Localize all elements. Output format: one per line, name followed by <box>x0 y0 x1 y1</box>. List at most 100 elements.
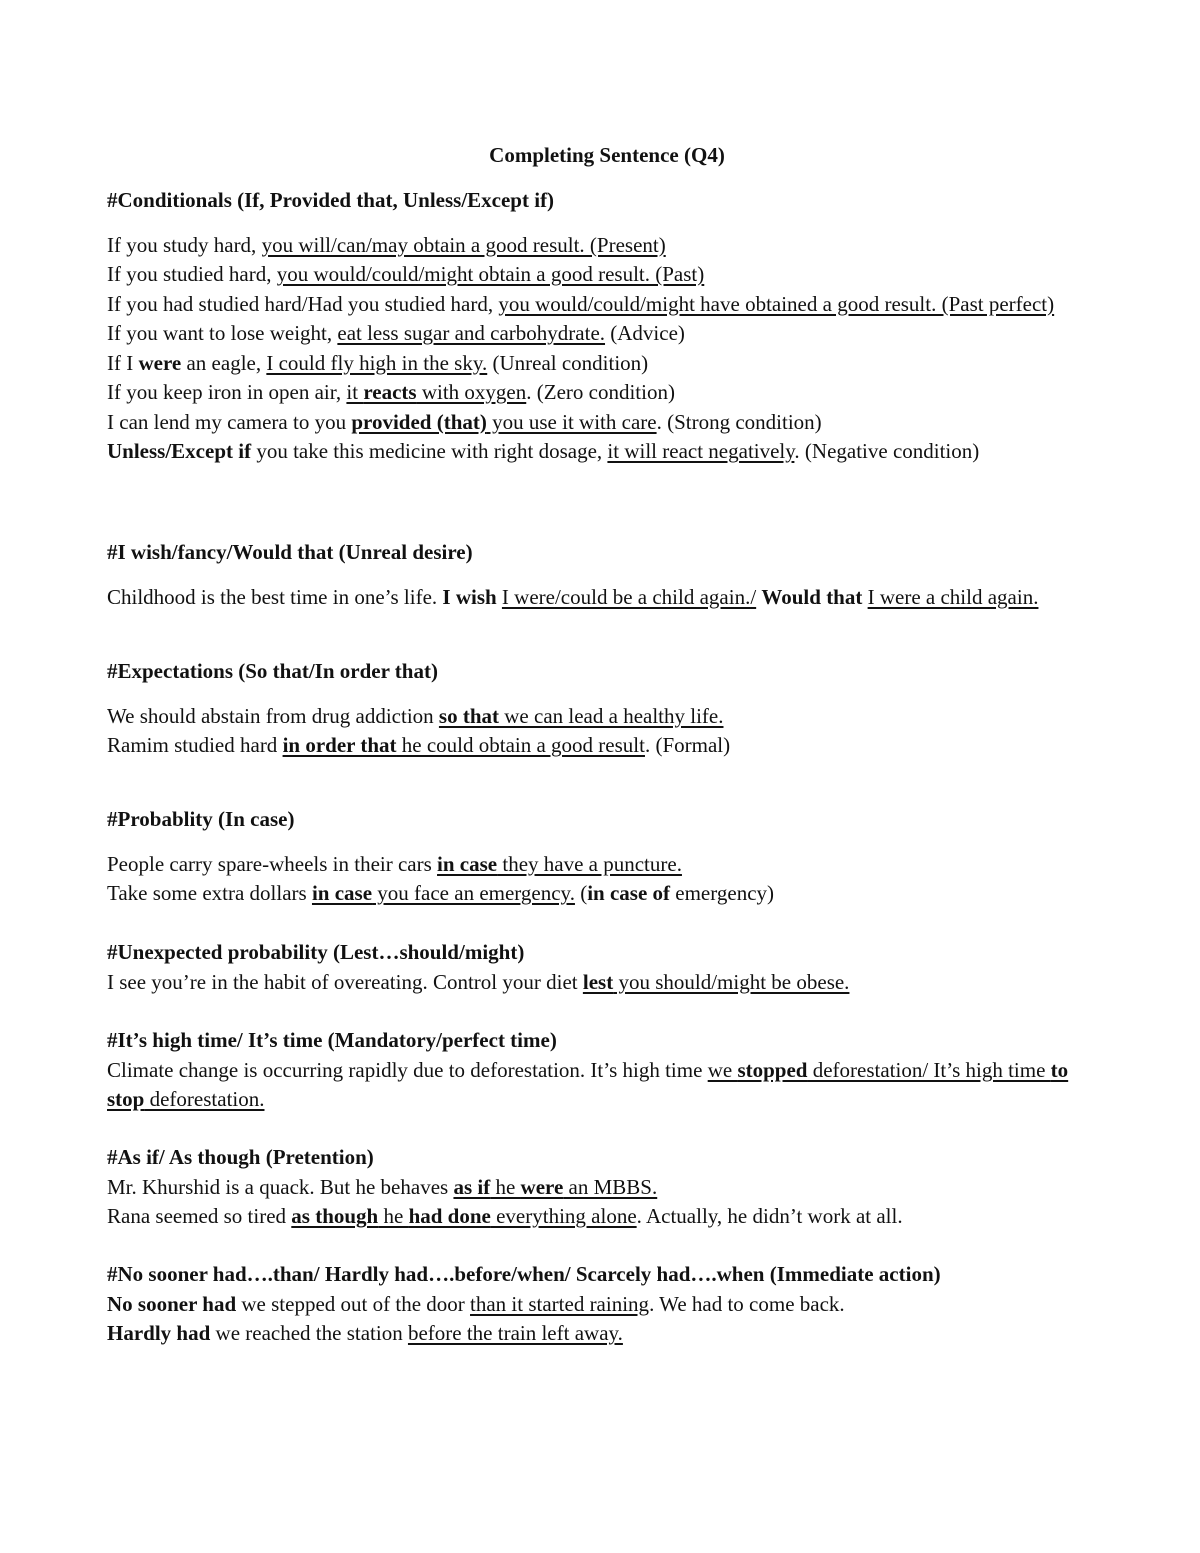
section-heading: #As if/ As though (Pretention) <box>107 1145 374 1169</box>
keyword-text: I wish <box>442 584 497 609</box>
completion-text: I were/could be a child again./ <box>501 584 757 609</box>
sentence-text: If I <box>107 350 139 375</box>
example-sentence: If you keep iron in open air, it reacts … <box>107 378 1097 408</box>
section-heading: #Expectations (So that/In order that) <box>107 659 438 683</box>
completion-text: with oxygen <box>416 380 527 404</box>
keyword-text: Hardly had <box>107 1321 211 1345</box>
keyword-text: No sooner had <box>107 1291 237 1316</box>
completion-text: before the train left away. <box>407 1321 623 1345</box>
section-no-sooner: #No sooner had….than/ Hardly had….before… <box>107 1260 1097 1349</box>
completion-text: I could fly high in the sky. <box>266 350 488 375</box>
keyword-text: as though <box>291 1204 379 1228</box>
sentence-text: . We had to come back. <box>649 1291 845 1316</box>
completion-text: I were a child again. <box>867 584 1039 609</box>
example-sentence: We should abstain from drug addiction so… <box>107 702 1097 732</box>
sentence-text: Take some extra dollars <box>107 881 312 905</box>
example-sentence: If you had studied hard/Had you studied … <box>107 290 1097 320</box>
example-sentence: If I were an eagle, I could fly high in … <box>107 349 1097 379</box>
example-sentence: Ramim studied hard in order that he coul… <box>107 731 1097 761</box>
sentence-text: If you studied hard, <box>107 262 277 286</box>
completion-text: deforestation. <box>144 1087 265 1111</box>
keyword-text: as if <box>453 1174 491 1199</box>
sentence-text: I see you’re in the habit of overeating.… <box>107 969 583 994</box>
completion-text: you would/could/might have obtained a go… <box>498 291 1055 316</box>
sentence-text: emergency) <box>670 881 775 905</box>
sentence-text: If you study hard, <box>107 232 262 257</box>
section-unexpected-probability: #Unexpected probability (Lest…should/mig… <box>107 938 1097 997</box>
example-sentence: Mr. Khurshid is a quack. But he behaves … <box>107 1173 1097 1203</box>
completion-text: you will/can/may obtain a good result. (… <box>261 232 666 257</box>
example-sentence: Climate change is occurring rapidly due … <box>107 1056 1097 1115</box>
sentence-text: we reached the station <box>210 1321 408 1345</box>
sentence-text: an eagle, <box>181 350 267 375</box>
keyword-text: stopped <box>737 1057 808 1082</box>
sentence-text: . (Formal) <box>644 733 731 757</box>
completion-text: we can lead a healthy life. <box>499 703 724 728</box>
completion-text: it <box>346 380 364 404</box>
sentence-text: If you keep iron in open air, <box>107 380 347 404</box>
example-sentence: Hardly had we reached the station before… <box>107 1319 1097 1349</box>
section-expectations: #Expectations (So that/In order that) We … <box>107 657 1097 761</box>
keyword-text: reacts <box>363 380 417 404</box>
sentence-text: (Unreal condition) <box>487 350 649 375</box>
sentence-text: you take this medicine with right dosage… <box>251 439 608 463</box>
completion-text: he <box>378 1204 409 1228</box>
section-conditionals: #Conditionals (If, Provided that, Unless… <box>107 186 1097 467</box>
example-sentence: Take some extra dollars in case you face… <box>107 879 1097 909</box>
example-sentence: If you studied hard, you would/could/mig… <box>107 260 1097 290</box>
completion-text: he <box>490 1174 521 1199</box>
example-sentence: Childhood is the best time in one’s life… <box>107 583 1097 613</box>
keyword-text: lest <box>582 969 614 994</box>
section-probability: #Probablity (In case) People carry spare-… <box>107 805 1097 909</box>
sentence-text: Childhood is the best time in one’s life… <box>107 584 443 609</box>
document-title: Completing Sentence (Q4) <box>489 143 725 167</box>
completion-text: deforestation/ It’s high time <box>807 1057 1051 1082</box>
sentence-text: If you had studied hard/Had you studied … <box>107 291 499 316</box>
sentence-text: (Advice) <box>605 321 685 345</box>
section-high-time: #It’s high time/ It’s time (Mandatory/pe… <box>107 1026 1097 1115</box>
example-sentence: Unless/Except if you take this medicine … <box>107 437 1097 467</box>
sentence-text: Ramim studied hard <box>107 733 283 757</box>
keyword-text: in case <box>437 851 498 876</box>
example-sentence: I see you’re in the habit of overeating.… <box>107 968 1097 998</box>
keyword-text: in case of <box>587 881 671 905</box>
completion-text: than it started raining <box>470 1291 650 1316</box>
section-heading: #Unexpected probability (Lest…should/mig… <box>107 940 525 964</box>
completion-text: you use it with care <box>486 409 657 434</box>
example-sentence: People carry spare-wheels in their cars … <box>107 850 1097 880</box>
completion-text: you face an emergency. <box>372 881 575 905</box>
completion-text: he could obtain a good result <box>396 733 645 757</box>
sentence-text: I can lend my camera to you <box>107 409 352 434</box>
completion-text: it will react negatively <box>607 439 795 463</box>
section-heading: #Conditionals (If, Provided that, Unless… <box>107 188 555 212</box>
completion-text: they have a puncture. <box>497 851 682 876</box>
keyword-text: were <box>138 350 182 375</box>
section-as-if: #As if/ As though (Pretention) Mr. Khursh… <box>107 1143 1097 1232</box>
completion-text: everything alone <box>490 1204 637 1228</box>
sentence-text: . Actually, he didn’t work at all. <box>636 1204 903 1228</box>
keyword-text: Would that <box>761 584 863 609</box>
keyword-text: Unless/Except if <box>107 439 252 463</box>
example-sentence: If you want to lose weight, eat less sug… <box>107 319 1097 349</box>
keyword-text: in order that <box>282 733 397 757</box>
keyword-text: in case <box>311 881 373 905</box>
example-sentence: If you study hard, you will/can/may obta… <box>107 231 1097 261</box>
example-sentence: I can lend my camera to you provided (th… <box>107 408 1097 438</box>
sentence-text: . (Zero condition) <box>526 380 675 404</box>
sentence-text: If you want to lose weight, <box>107 321 338 345</box>
completion-text: you should/might be obese. <box>613 969 850 994</box>
completion-text: we <box>707 1057 738 1082</box>
sentence-text: . (Strong condition) <box>656 409 822 434</box>
sentence-text: We should abstain from drug addiction <box>107 703 439 728</box>
sentence-text: Mr. Khurshid is a quack. But he behaves <box>107 1174 454 1199</box>
sentence-text: Climate change is occurring rapidly due … <box>107 1057 708 1082</box>
example-sentence: No sooner had we stepped out of the door… <box>107 1290 1097 1320</box>
section-heading: #It’s high time/ It’s time (Mandatory/pe… <box>107 1028 557 1052</box>
section-heading: #I wish/fancy/Would that (Unreal desire) <box>107 540 473 564</box>
sentence-text: ( <box>574 881 588 905</box>
section-heading: #Probablity (In case) <box>107 807 295 831</box>
